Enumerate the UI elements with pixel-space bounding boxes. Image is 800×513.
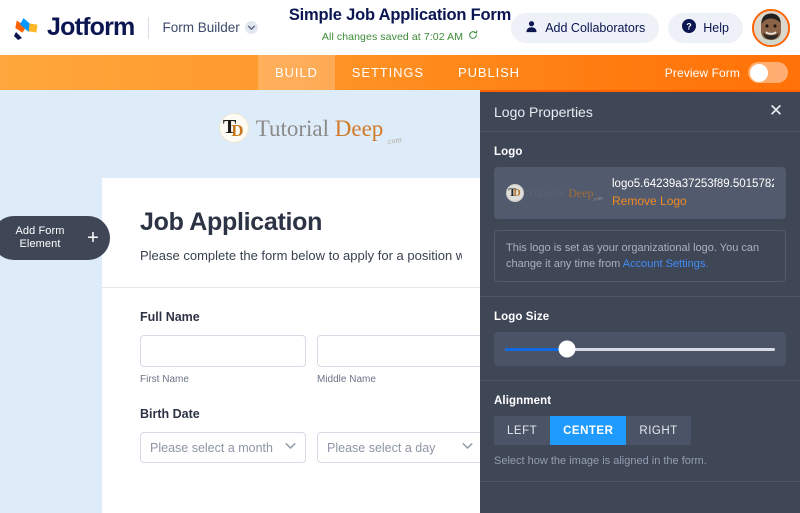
form-preview-canvas: T D Tutorial Deep .com Job Application P… [102, 90, 500, 513]
jotform-form-builder: Jotform Form Builder Simple Job Applicat… [0, 0, 800, 513]
field-full-name[interactable]: Full Name First Name Middle Name [102, 288, 500, 385]
logo-properties-panel: Logo Properties ✕ Logo T D Tutorial Deep… [480, 90, 800, 513]
save-status-text: All changes saved at 7:02 AM [321, 31, 464, 43]
preview-form-toggle[interactable] [748, 62, 788, 83]
svg-text:?: ? [687, 21, 693, 31]
thumb-badge-icon: T D [506, 184, 524, 202]
chevron-down-icon [285, 442, 296, 453]
alignment-section: Alignment LEFT CENTER RIGHT Select how t… [480, 381, 800, 467]
refresh-icon[interactable] [468, 30, 478, 43]
panel-header: Logo Properties ✕ [480, 92, 800, 132]
help-button[interactable]: ? Help [668, 12, 743, 43]
alignment-hint: Select how the image is aligned in the f… [494, 455, 707, 467]
slider-thumb[interactable] [558, 340, 576, 358]
birth-month-value: Please select a month [150, 440, 273, 455]
thumb-word-deep: Deep [568, 186, 594, 200]
header-divider [148, 16, 150, 39]
tab-build[interactable]: BUILD [258, 55, 335, 90]
wordmark-deep: Deep [334, 115, 384, 141]
logo-meta: logo5.64239a37253f89.50157822.... Remove… [612, 178, 774, 208]
field-birth-date[interactable]: Birth Date Please select a month Please … [102, 385, 500, 463]
tab-settings[interactable]: SETTINGS [335, 55, 441, 90]
form-subheading[interactable]: Please complete the form below to apply … [140, 248, 462, 263]
question-circle-icon: ? [682, 19, 697, 36]
header-actions: Add Collaborators ? Help [511, 0, 790, 55]
add-form-element-label: Add Form Element [0, 225, 80, 251]
builder-navbar: BUILD SETTINGS PUBLISH Preview Form [0, 55, 800, 90]
tab-publish[interactable]: PUBLISH [441, 55, 537, 90]
chevron-down-icon [462, 442, 473, 453]
align-center-button[interactable]: CENTER [550, 416, 627, 445]
tutorialdeep-wordmark: Tutorial Deep .com [255, 115, 402, 146]
sub-label-middle-name: Middle Name [317, 374, 376, 385]
thumb-wordmark: Tutorial Deep .com [527, 186, 603, 203]
logo-thumbnail-icon: T D Tutorial Deep .com [506, 182, 603, 204]
add-collaborators-label: Add Collaborators [545, 20, 646, 35]
top-header: Jotform Form Builder Simple Job Applicat… [0, 0, 800, 55]
add-form-element-line1: Add Form [15, 225, 65, 237]
wordmark-tutorial: Tutorial [255, 115, 329, 141]
alignment-label: Alignment [494, 395, 552, 407]
form-header-block: Job Application Please complete the form… [102, 178, 500, 287]
organizational-logo-info: This logo is set as your organizational … [494, 230, 786, 282]
jotform-brand-text: Jotform [47, 13, 135, 41]
form-heading[interactable]: Job Application [140, 208, 462, 237]
birth-day-value: Please select a day [327, 440, 436, 455]
help-label: Help [703, 20, 729, 35]
badge-letter-d: D [231, 120, 244, 140]
field-col-month: Please select a month [140, 432, 306, 463]
preview-form-control: Preview Form [665, 55, 800, 90]
form-logo[interactable]: T D Tutorial Deep .com [102, 106, 500, 150]
account-settings-link[interactable]: Account Settings. [623, 258, 709, 270]
panel-divider-3 [480, 481, 800, 482]
alignment-button-group: LEFT CENTER RIGHT [494, 416, 786, 445]
user-icon [525, 20, 538, 36]
logo-size-slider[interactable] [505, 340, 775, 358]
logo-section: Logo T D Tutorial Deep .com logo5.64239a… [480, 132, 800, 219]
chevron-down-icon [245, 21, 259, 35]
field-col-middle-name: Middle Name [317, 335, 483, 385]
logo-file-row[interactable]: T D Tutorial Deep .com logo5.64239a37253… [494, 167, 786, 219]
add-form-element-line2: Element [19, 238, 61, 250]
add-form-element-button[interactable]: Add Form Element + [0, 216, 110, 260]
first-name-input[interactable] [140, 335, 306, 367]
birth-day-select[interactable]: Please select a day [317, 432, 483, 463]
birth-month-select[interactable]: Please select a month [140, 432, 306, 463]
thumb-word-dotcom: .com [592, 196, 603, 203]
logo-size-label: Logo Size [494, 311, 550, 323]
field-label-birth-date: Birth Date [140, 407, 200, 421]
middle-name-input[interactable] [317, 335, 483, 367]
logo-size-slider-container [494, 332, 786, 366]
align-left-button[interactable]: LEFT [494, 416, 551, 445]
navbar-spacer [0, 55, 258, 90]
plus-icon: + [87, 227, 99, 249]
thumb-word-tutorial: Tutorial [527, 186, 566, 200]
avatar[interactable] [752, 8, 790, 47]
product-selector-label: Form Builder [162, 20, 240, 35]
field-label-full-name: Full Name [140, 310, 200, 324]
logo-size-section: Logo Size [480, 297, 800, 366]
wordmark-dotcom: .com [384, 134, 402, 146]
align-right-button[interactable]: RIGHT [626, 416, 691, 445]
field-row-full-name: First Name Middle Name [140, 335, 483, 385]
product-selector[interactable]: Form Builder [162, 20, 259, 35]
sub-label-first-name: First Name [140, 374, 189, 385]
thumb-letter-d: D [513, 188, 521, 199]
preview-form-label: Preview Form [664, 65, 740, 80]
jotform-logo-icon [14, 16, 40, 40]
field-col-first-name: First Name [140, 335, 306, 385]
close-icon[interactable]: ✕ [766, 101, 786, 122]
panel-title: Logo Properties [494, 103, 593, 120]
field-col-day: Please select a day [317, 432, 483, 463]
logo-section-label: Logo [494, 146, 523, 158]
remove-logo-button[interactable]: Remove Logo [612, 194, 774, 208]
toggle-knob [749, 63, 768, 82]
tutorialdeep-badge-icon: T D [218, 113, 249, 143]
jotform-brand[interactable]: Jotform [14, 13, 135, 42]
form-card: Job Application Please complete the form… [102, 178, 500, 513]
logo-filename: logo5.64239a37253f89.50157822.... [612, 178, 774, 190]
add-collaborators-button[interactable]: Add Collaborators [511, 12, 660, 43]
field-row-birth-date: Please select a month Please select a da… [140, 432, 483, 463]
